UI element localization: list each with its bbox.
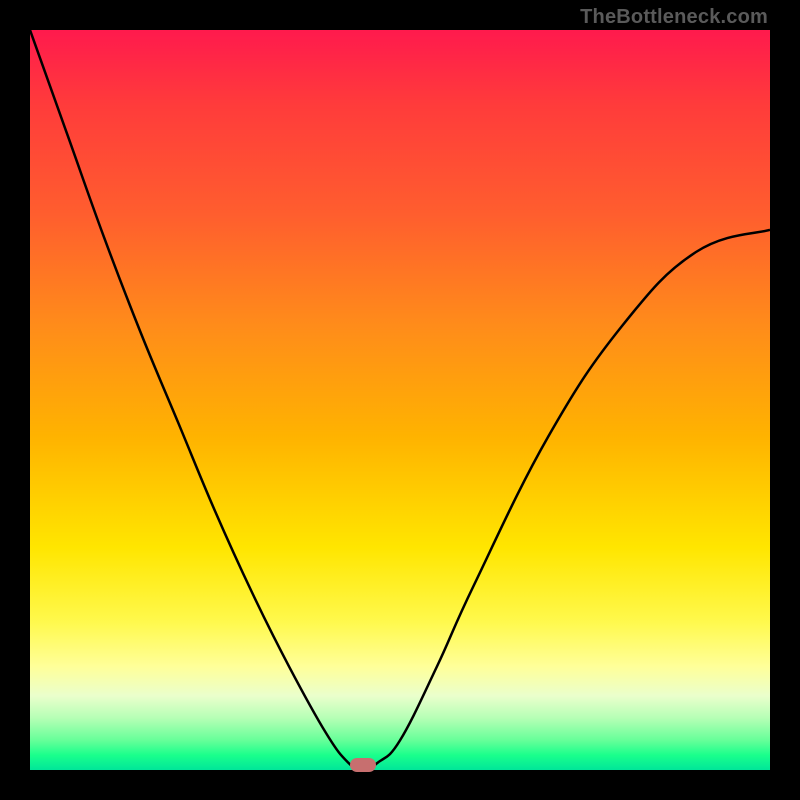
optimal-marker — [350, 758, 376, 772]
bottleneck-curve — [30, 30, 770, 770]
watermark-text: TheBottleneck.com — [580, 6, 768, 29]
plot-area — [30, 30, 770, 770]
curve-svg — [30, 30, 770, 770]
chart-frame: TheBottleneck.com — [0, 0, 800, 800]
